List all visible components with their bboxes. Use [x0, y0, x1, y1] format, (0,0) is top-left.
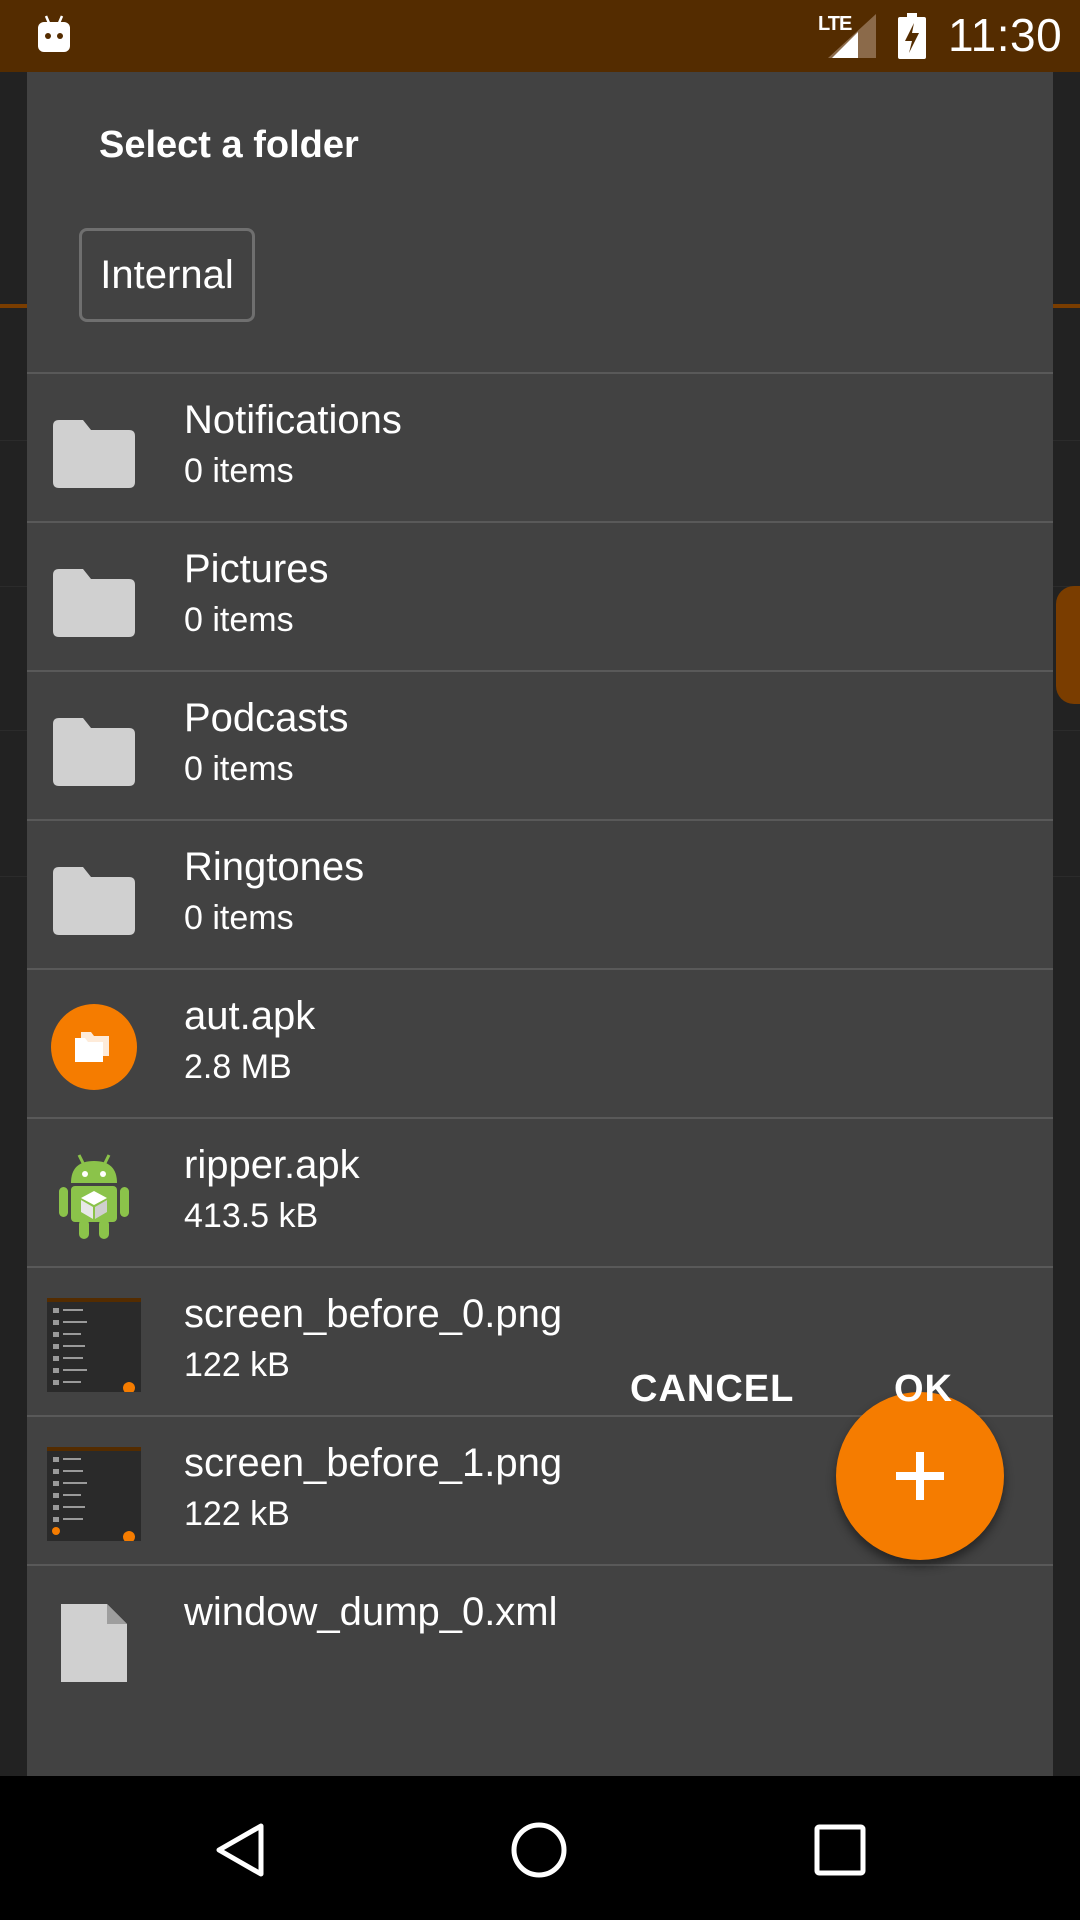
item-name: screen_before_0.png	[184, 1292, 563, 1336]
signal-icon	[828, 14, 876, 58]
folder-icon	[53, 867, 135, 935]
cancel-button[interactable]: CANCEL	[630, 1368, 794, 1411]
status-bar: LTE 11:30	[0, 0, 1080, 72]
item-name: Ringtones	[184, 845, 365, 889]
folder-icon	[53, 718, 135, 786]
folder-icon	[53, 420, 135, 488]
app-folders-icon	[51, 1004, 137, 1090]
android-debug-icon	[38, 15, 70, 52]
list-item[interactable]: Ringtones 0 items	[27, 821, 1053, 970]
item-name: Notifications	[184, 398, 402, 442]
item-detail: 413.5 kB	[184, 1197, 319, 1235]
item-detail: 0 items	[184, 750, 294, 788]
back-triangle-icon[interactable]	[211, 1820, 271, 1880]
list-item[interactable]: Podcasts 0 items	[27, 672, 1053, 821]
bg-side-tab	[1056, 586, 1080, 704]
storage-selector[interactable]: Internal	[79, 228, 255, 322]
image-thumbnail	[47, 1447, 141, 1541]
item-name: Podcasts	[184, 696, 349, 740]
navigation-bar	[0, 1776, 1080, 1920]
bg-accent-line	[0, 304, 27, 308]
android-apk-icon	[59, 1154, 129, 1239]
item-detail: 122 kB	[184, 1346, 290, 1384]
home-circle-icon[interactable]	[509, 1820, 569, 1880]
list-item[interactable]: ripper.apk 413.5 kB	[27, 1119, 1053, 1268]
recents-square-icon[interactable]	[810, 1820, 870, 1880]
ok-button[interactable]: OK	[894, 1368, 953, 1411]
item-name: screen_before_1.png	[184, 1441, 563, 1485]
file-icon	[61, 1604, 127, 1682]
item-detail: 0 items	[184, 899, 294, 937]
item-name: Pictures	[184, 547, 329, 591]
list-item[interactable]: aut.apk 2.8 MB	[27, 970, 1053, 1119]
item-detail: 0 items	[184, 601, 294, 639]
item-detail: 2.8 MB	[184, 1048, 292, 1086]
folder-icon	[53, 569, 135, 637]
bg-accent-line	[1053, 304, 1080, 308]
battery-charging-icon	[898, 13, 926, 59]
item-detail: 0 items	[184, 452, 294, 490]
item-name: window_dump_0.xml	[184, 1590, 558, 1634]
select-folder-dialog: Select a folder Internal Notifications 0…	[27, 72, 1053, 1776]
create-folder-button[interactable]	[836, 1392, 1004, 1560]
dialog-title: Select a folder	[99, 124, 359, 166]
list-item[interactable]: Pictures 0 items	[27, 523, 1053, 672]
plus-icon	[896, 1452, 944, 1500]
image-thumbnail	[47, 1298, 141, 1392]
list-item[interactable]: window_dump_0.xml	[27, 1566, 1053, 1682]
item-name: ripper.apk	[184, 1143, 360, 1187]
clock: 11:30	[948, 9, 1063, 61]
list-item[interactable]: Notifications 0 items	[27, 374, 1053, 523]
item-name: aut.apk	[184, 994, 316, 1038]
item-detail: 122 kB	[184, 1495, 290, 1533]
